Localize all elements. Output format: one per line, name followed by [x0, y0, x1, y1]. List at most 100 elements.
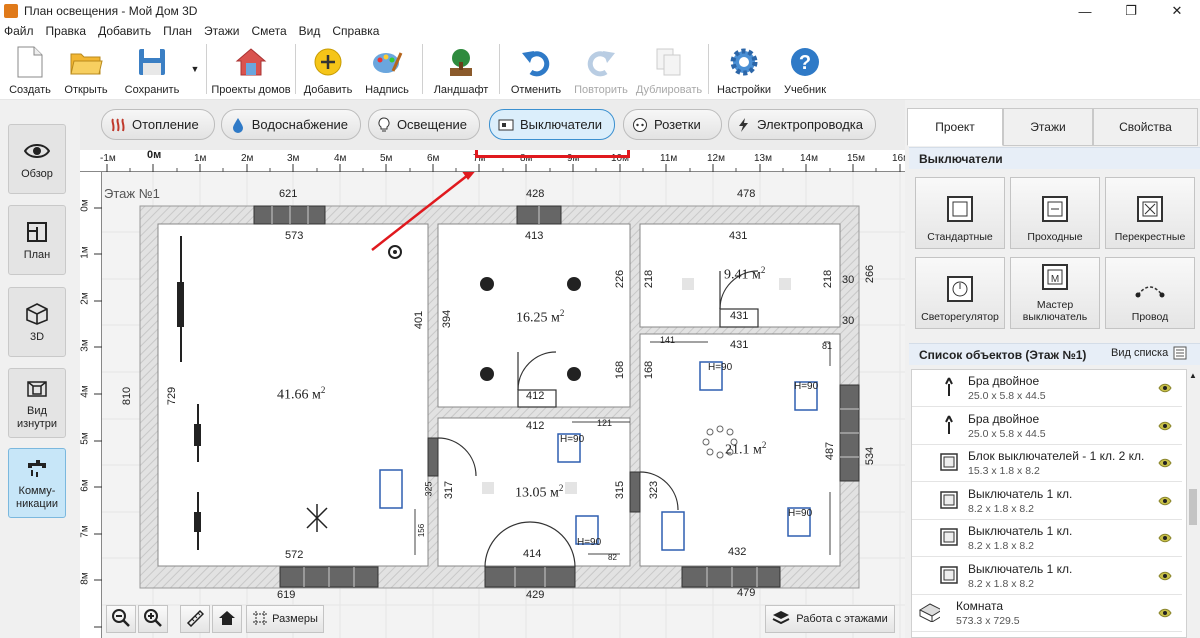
menu-estimate[interactable]: Смета [251, 24, 286, 38]
redo-icon [583, 44, 619, 80]
plan-button[interactable]: План [8, 205, 66, 275]
area-unit-superscript: 2 [559, 308, 565, 318]
list-item[interactable]: Выключатель 1 кл. 8.2 x 1.8 x 8.2 [912, 520, 1182, 557]
zoom-in-button[interactable] [138, 605, 168, 633]
area-kitchen: 16.25 м2 [516, 308, 565, 326]
tile-pass-through-label: Проходные [1027, 231, 1083, 243]
height-label: H=90 [794, 381, 819, 392]
menu-add[interactable]: Добавить [98, 24, 151, 38]
list-item[interactable]: Бра двойное 25.0 x 5.8 x 44.5 [912, 408, 1182, 445]
object-name: Блок выключателей - 1 кл. 2 кл. [968, 449, 1145, 463]
tab-properties[interactable]: Свойства [1093, 108, 1198, 146]
toolbar-separator [422, 44, 423, 94]
tab-switches[interactable]: Выключатели [489, 109, 615, 140]
list-view-icon[interactable] [1173, 346, 1187, 363]
eye-icon[interactable] [1158, 570, 1172, 584]
tab-floors[interactable]: Этажи [1003, 108, 1093, 146]
redo-button[interactable]: Повторить [568, 40, 634, 98]
tab-project[interactable]: Проект [907, 108, 1003, 146]
switch-icon [938, 451, 960, 473]
overview-button[interactable]: Обзор [8, 124, 66, 194]
list-item[interactable]: Блок выключателей - 1 кл. 2 кл. 15.3 x 1… [912, 445, 1182, 482]
objects-title: Список объектов (Этаж №1) [919, 347, 1087, 362]
eye-icon[interactable] [1158, 532, 1172, 546]
menu-plan[interactable]: План [163, 24, 192, 38]
undo-button[interactable]: Отменить [504, 40, 568, 98]
scrollbar-thumb[interactable] [1189, 489, 1197, 525]
toolbar-separator [295, 44, 296, 94]
projects-label: Проекты домов [211, 84, 291, 96]
3d-button[interactable]: 3D [8, 287, 66, 357]
tab-wiring[interactable]: Электропроводка [728, 109, 876, 140]
minimize-button[interactable]: — [1062, 0, 1108, 22]
duplicate-label: Дублировать [635, 84, 703, 96]
tile-cross[interactable]: Перекрестные [1105, 177, 1195, 249]
object-list-scrollbar[interactable]: ▲ [1187, 369, 1199, 638]
height-label: H=90 [708, 362, 733, 373]
list-item[interactable]: Бра двойное 25.0 x 5.8 x 44.5 [912, 370, 1182, 407]
tab-heating[interactable]: Отопление [101, 109, 215, 140]
ruler-tool-button[interactable] [180, 605, 210, 633]
sizes-button[interactable]: Размеры [246, 605, 324, 633]
eye-icon[interactable] [1158, 457, 1172, 471]
home-view-button[interactable] [212, 605, 242, 633]
duplicate-button[interactable]: Дублировать [634, 40, 704, 98]
zoom-out-button[interactable] [106, 605, 136, 633]
projects-button[interactable]: Проекты домов [211, 40, 291, 98]
menu-view[interactable]: Вид [299, 24, 321, 38]
ruler-label: 3м [287, 153, 300, 164]
tile-dimmer[interactable]: Светорегулятор [915, 257, 1005, 329]
add-button[interactable]: Добавить [300, 40, 356, 98]
close-button[interactable]: ✕ [1154, 0, 1200, 22]
eye-icon[interactable] [1158, 607, 1172, 621]
tab-lighting[interactable]: Освещение [368, 109, 480, 140]
tile-pass-through[interactable]: Проходные [1010, 177, 1100, 249]
inside-view-button[interactable]: Вид изнутри [8, 368, 66, 438]
eye-icon[interactable] [1158, 495, 1172, 509]
dim-label: 30 [842, 274, 855, 286]
menu-edit[interactable]: Правка [46, 24, 87, 38]
menu-help[interactable]: Справка [332, 24, 379, 38]
faucet-icon [24, 455, 50, 481]
settings-button[interactable]: Настройки [713, 40, 775, 98]
menu-floors[interactable]: Этажи [204, 24, 239, 38]
landscape-button[interactable]: Ландшафт [427, 40, 495, 98]
tab-sockets[interactable]: Розетки [623, 109, 722, 140]
menu-file[interactable]: Файл [4, 24, 34, 38]
title-bar: План освещения - Мой Дом 3D — ❐ ✕ [0, 0, 1200, 22]
maximize-button[interactable]: ❐ [1108, 0, 1154, 22]
label-button[interactable]: Надпись [356, 40, 418, 98]
plan-canvas[interactable]: -1м 0м 1м 2м 3м 4м 5м 6м 7м 8м 9м 10м 12… [80, 150, 905, 638]
list-item[interactable]: Комната 573.3 x 729.5 [912, 595, 1182, 632]
ruler-icon [186, 609, 205, 630]
floors-work-button[interactable]: Работа с этажами [765, 605, 895, 633]
scroll-up-arrow[interactable]: ▲ [1189, 371, 1197, 380]
create-button[interactable]: Создать [4, 40, 56, 98]
tile-standard[interactable]: Стандартные [915, 177, 1005, 249]
save-button[interactable]: Сохранить [116, 40, 188, 98]
dim-label: 218 [822, 269, 835, 289]
area-unit-superscript: 2 [761, 440, 767, 450]
tile-master-switch[interactable]: M Мастер выключатель [1010, 257, 1100, 329]
tile-wire[interactable]: Провод [1105, 257, 1195, 329]
ruler-label: 1м [80, 246, 91, 259]
area-unit-superscript: 2 [320, 385, 326, 395]
dim-label: 573 [285, 230, 304, 242]
right-tabs: Проект Этажи Свойства [905, 108, 1200, 146]
eye-icon[interactable] [1158, 382, 1172, 396]
view-list-link[interactable]: Вид списка [1111, 347, 1168, 359]
ruler-label: 4м [334, 153, 347, 164]
save-dropdown-button[interactable]: ▼ [188, 40, 202, 98]
ruler-label: 3м [80, 339, 91, 352]
communications-button[interactable]: Комму- никации [8, 448, 66, 518]
dim-label: 478 [737, 188, 756, 200]
list-item[interactable]: Выключатель 1 кл. 8.2 x 1.8 x 8.2 [912, 558, 1182, 595]
redo-label: Повторить [574, 84, 628, 96]
dim-label: 401 [413, 310, 426, 330]
eye-icon[interactable] [1158, 420, 1172, 434]
list-item[interactable]: Выключатель 1 кл. 8.2 x 1.8 x 8.2 [912, 483, 1182, 520]
switch-icon [938, 526, 960, 548]
tutorial-button[interactable]: ? Учебник [775, 40, 835, 98]
open-button[interactable]: Открыть [56, 40, 116, 98]
tab-water[interactable]: Водоснабжение [221, 109, 361, 140]
